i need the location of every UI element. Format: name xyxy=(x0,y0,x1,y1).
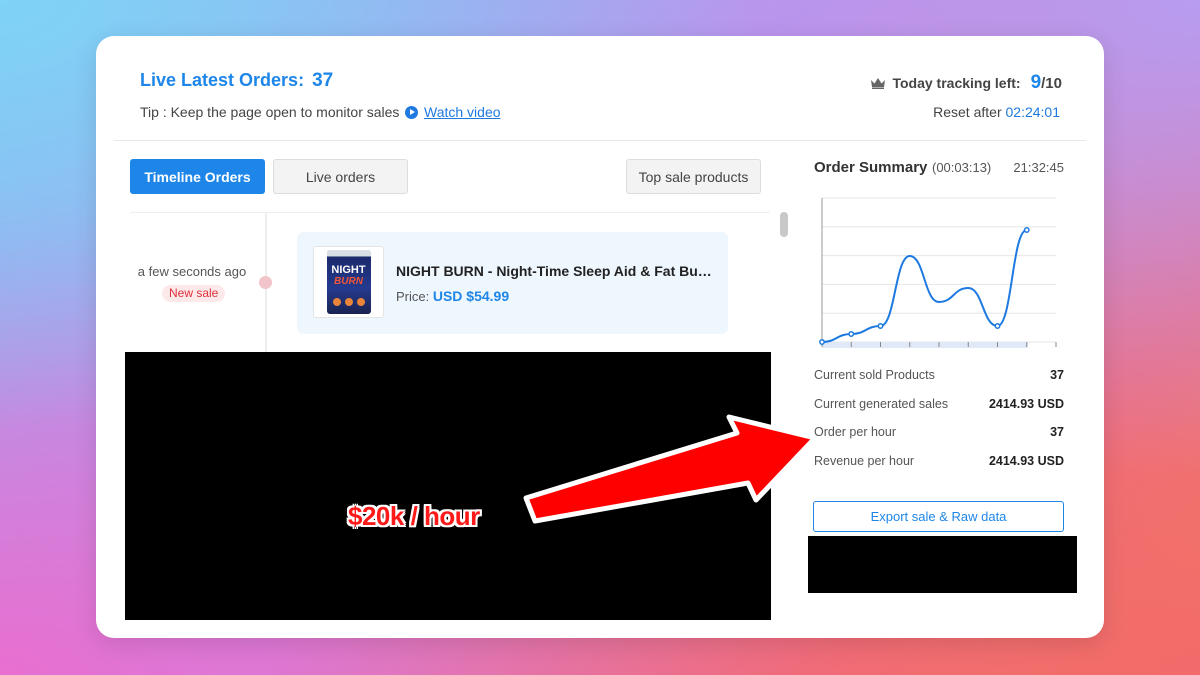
play-icon xyxy=(405,105,418,119)
product-image-text-2: BURN xyxy=(334,276,363,287)
page-title: Live Latest Orders: 37 xyxy=(140,70,333,92)
order-count: 37 xyxy=(312,70,334,91)
live-orders-panel: Live Latest Orders: 37 Tip : Keep the pag… xyxy=(96,36,1104,638)
supplement-jar-icon: NIGHT BURN xyxy=(326,250,371,314)
stat-value: 2414.93 USD xyxy=(988,454,1064,468)
chart-point xyxy=(848,331,855,337)
order-summary-title: Order Summary xyxy=(814,159,928,176)
price-value: USD $54.99 xyxy=(432,288,510,304)
tab-live-orders[interactable]: Live orders xyxy=(273,159,408,194)
tab-timeline-orders[interactable]: Timeline Orders xyxy=(130,159,265,194)
watch-video-link[interactable]: Watch video xyxy=(405,104,501,120)
header-divider xyxy=(114,140,1086,141)
product-name: NIGHT BURN - Night-Time Sleep Aid & Fat … xyxy=(396,263,714,279)
timeline-top-border xyxy=(130,212,770,213)
orders-line-chart xyxy=(819,197,1057,348)
watch-video-label: Watch video xyxy=(424,104,501,120)
top-sale-products-button[interactable]: Top sale products xyxy=(626,159,761,194)
stat-label: Revenue per hour xyxy=(814,454,915,468)
reset-label: Reset after xyxy=(933,104,1002,120)
redaction-block-side xyxy=(808,536,1077,593)
stat-label: Current generated sales xyxy=(814,397,949,411)
chart-point xyxy=(994,323,1001,329)
stat-revenue-per-hour: Revenue per hour 2414.93 USD xyxy=(814,454,1064,468)
stat-value: 37 xyxy=(1050,425,1064,439)
price-label: Price: xyxy=(396,289,430,304)
summary-clock: 21:32:45 xyxy=(1013,160,1064,175)
chart-point xyxy=(877,323,884,329)
stat-generated-sales: Current generated sales 2414.93 USD xyxy=(814,397,1064,411)
tracking-label: Today tracking left: xyxy=(892,75,1021,91)
product-price: Price: USD $54.99 xyxy=(396,288,509,304)
order-time: a few seconds ago xyxy=(137,264,247,279)
chart-point xyxy=(1023,227,1030,233)
reset-timer: Reset after 02:24:01 xyxy=(933,104,1060,120)
new-sale-badge: New sale xyxy=(162,285,226,302)
stat-value: 2414.93 USD xyxy=(988,397,1064,411)
product-image: NIGHT BURN xyxy=(313,246,384,318)
chart-point xyxy=(819,339,825,345)
timeline-dot xyxy=(259,276,272,289)
order-card[interactable]: NIGHT BURN NIGHT BURN - Night-Time Sleep… xyxy=(297,232,728,334)
crown-icon xyxy=(871,78,886,89)
stat-sold-products: Current sold Products 37 xyxy=(814,368,1064,382)
revenue-overlay-text: $20k / hour xyxy=(348,501,480,531)
tip-text: Tip : Keep the page open to monitor sale… xyxy=(140,104,400,120)
summary-elapsed: (00:03:13) xyxy=(932,160,992,175)
redaction-block-main xyxy=(125,352,771,620)
stat-label: Order per hour xyxy=(814,425,896,439)
page-title-label: Live Latest Orders: xyxy=(140,70,305,90)
tracking-status: Today tracking left: 9/10 xyxy=(870,72,1062,94)
stat-value: 37 xyxy=(1050,368,1064,382)
tracking-used: 9 xyxy=(1030,72,1042,93)
scrollbar-thumb[interactable] xyxy=(780,212,788,237)
export-data-button[interactable]: Export sale & Raw data xyxy=(813,501,1064,532)
product-image-text-1: NIGHT xyxy=(331,264,366,276)
tracking-total: /10 xyxy=(1041,75,1062,92)
stat-label: Current sold Products xyxy=(814,368,935,382)
reset-countdown: 02:24:01 xyxy=(1005,104,1061,120)
stat-orders-per-hour: Order per hour 37 xyxy=(814,425,1064,439)
